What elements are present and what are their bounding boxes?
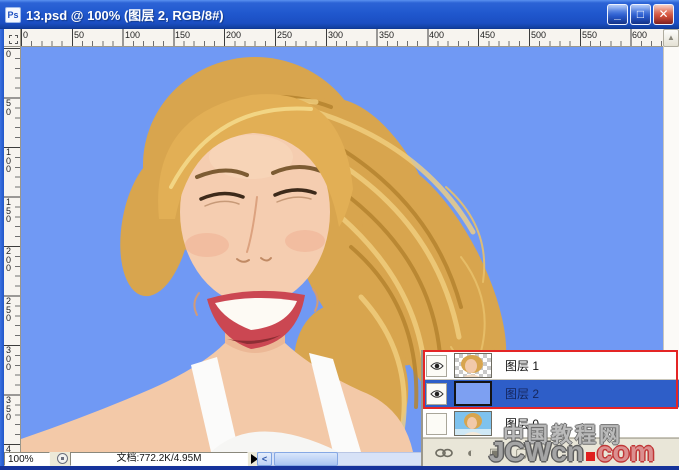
ruler-label: 150 [175,30,190,40]
scroll-up-button[interactable]: ▲ [663,29,679,47]
layers-panel-toolbar: ◐ ▣ ▢ [423,438,679,466]
close-icon: ✕ [658,7,668,21]
scroll-up-icon: ▲ [667,33,675,42]
ruler-label: 250 [277,30,292,40]
zoom-level-input[interactable]: 100% [4,452,50,466]
ruler-origin-box[interactable] [4,29,21,47]
close-button[interactable]: ✕ [653,4,674,25]
maximize-icon: □ [637,7,644,21]
minimize-button[interactable]: _ [607,4,628,25]
title-bar[interactable]: Ps 13.psd @ 100% (图层 2, RGB/8#) _ □ ✕ [0,0,679,29]
layer-name[interactable]: 图层 1 [505,357,539,374]
status-timer-icon [57,453,68,464]
ruler-label: 200 [6,247,13,273]
ruler-label: 50 [74,30,84,40]
vertical-ruler: 0 50 100 150 200 250 300 350 400 [4,47,21,452]
layer-thumbnail-layer0[interactable] [454,411,492,436]
layer-name[interactable]: 图层 0 [505,415,539,432]
eye-icon [430,389,444,399]
ruler-label: 100 [125,30,140,40]
window-bottom-border [0,466,679,470]
link-layers-icon[interactable] [435,448,453,458]
ruler-label: 350 [379,30,394,40]
horizontal-scrollbar-thumb[interactable] [274,452,338,466]
ruler-label: 400 [429,30,444,40]
visibility-toggle-layer1[interactable] [426,355,447,377]
scroll-left-icon: < [262,454,267,464]
layer-mask-icon[interactable]: ▣ [489,445,501,461]
scroll-left-button[interactable]: < [257,452,272,466]
ruler-label: 0 [23,30,28,40]
ruler-label: 550 [582,30,597,40]
ruler-origin-icon [9,35,18,44]
ruler-label: 400 [6,445,13,452]
ruler-label: 350 [6,396,13,422]
layer-row-1[interactable]: 图层 1 [423,352,679,380]
ruler-label: 0 [6,50,13,59]
ruler-label: 300 [6,346,13,372]
ruler-label: 500 [531,30,546,40]
ruler-label: 300 [328,30,343,40]
photoshop-file-icon: Ps [5,7,21,23]
ruler-label: 100 [6,148,13,174]
eye-icon [430,361,444,371]
ruler-label: 600 [632,30,647,40]
layers-panel: 图层 1 图层 2 图层 0 ◐ ▣ [421,350,679,466]
layer-thumbnail-layer1[interactable] [454,353,492,378]
document-size-info: 文档:772.2K/4.95M [70,452,248,466]
layer-thumbnail-layer2[interactable] [454,381,492,406]
horizontal-ruler: 0 50 100 150 200 250 300 350 400 450 500… [21,29,663,47]
layer-name[interactable]: 图层 2 [505,385,539,402]
visibility-toggle-layer2[interactable] [426,383,447,405]
visibility-toggle-layer0-hidden[interactable] [426,413,447,435]
minimize-icon: _ [614,7,621,21]
maximize-button[interactable]: □ [630,4,651,25]
ruler-label: 50 [6,99,13,116]
ruler-label: 200 [226,30,241,40]
ruler-label: 250 [6,297,13,323]
layer-row-2-selected[interactable]: 图层 2 [423,380,679,408]
layer-row-0[interactable]: 图层 0 [423,410,679,438]
ruler-label: 150 [6,198,13,224]
new-layer-icon[interactable]: ▢ [515,445,527,461]
ruler-label: 450 [480,30,495,40]
layer-style-icon[interactable]: ◐ [467,445,475,460]
window-title: 13.psd @ 100% (图层 2, RGB/8#) [26,5,605,24]
